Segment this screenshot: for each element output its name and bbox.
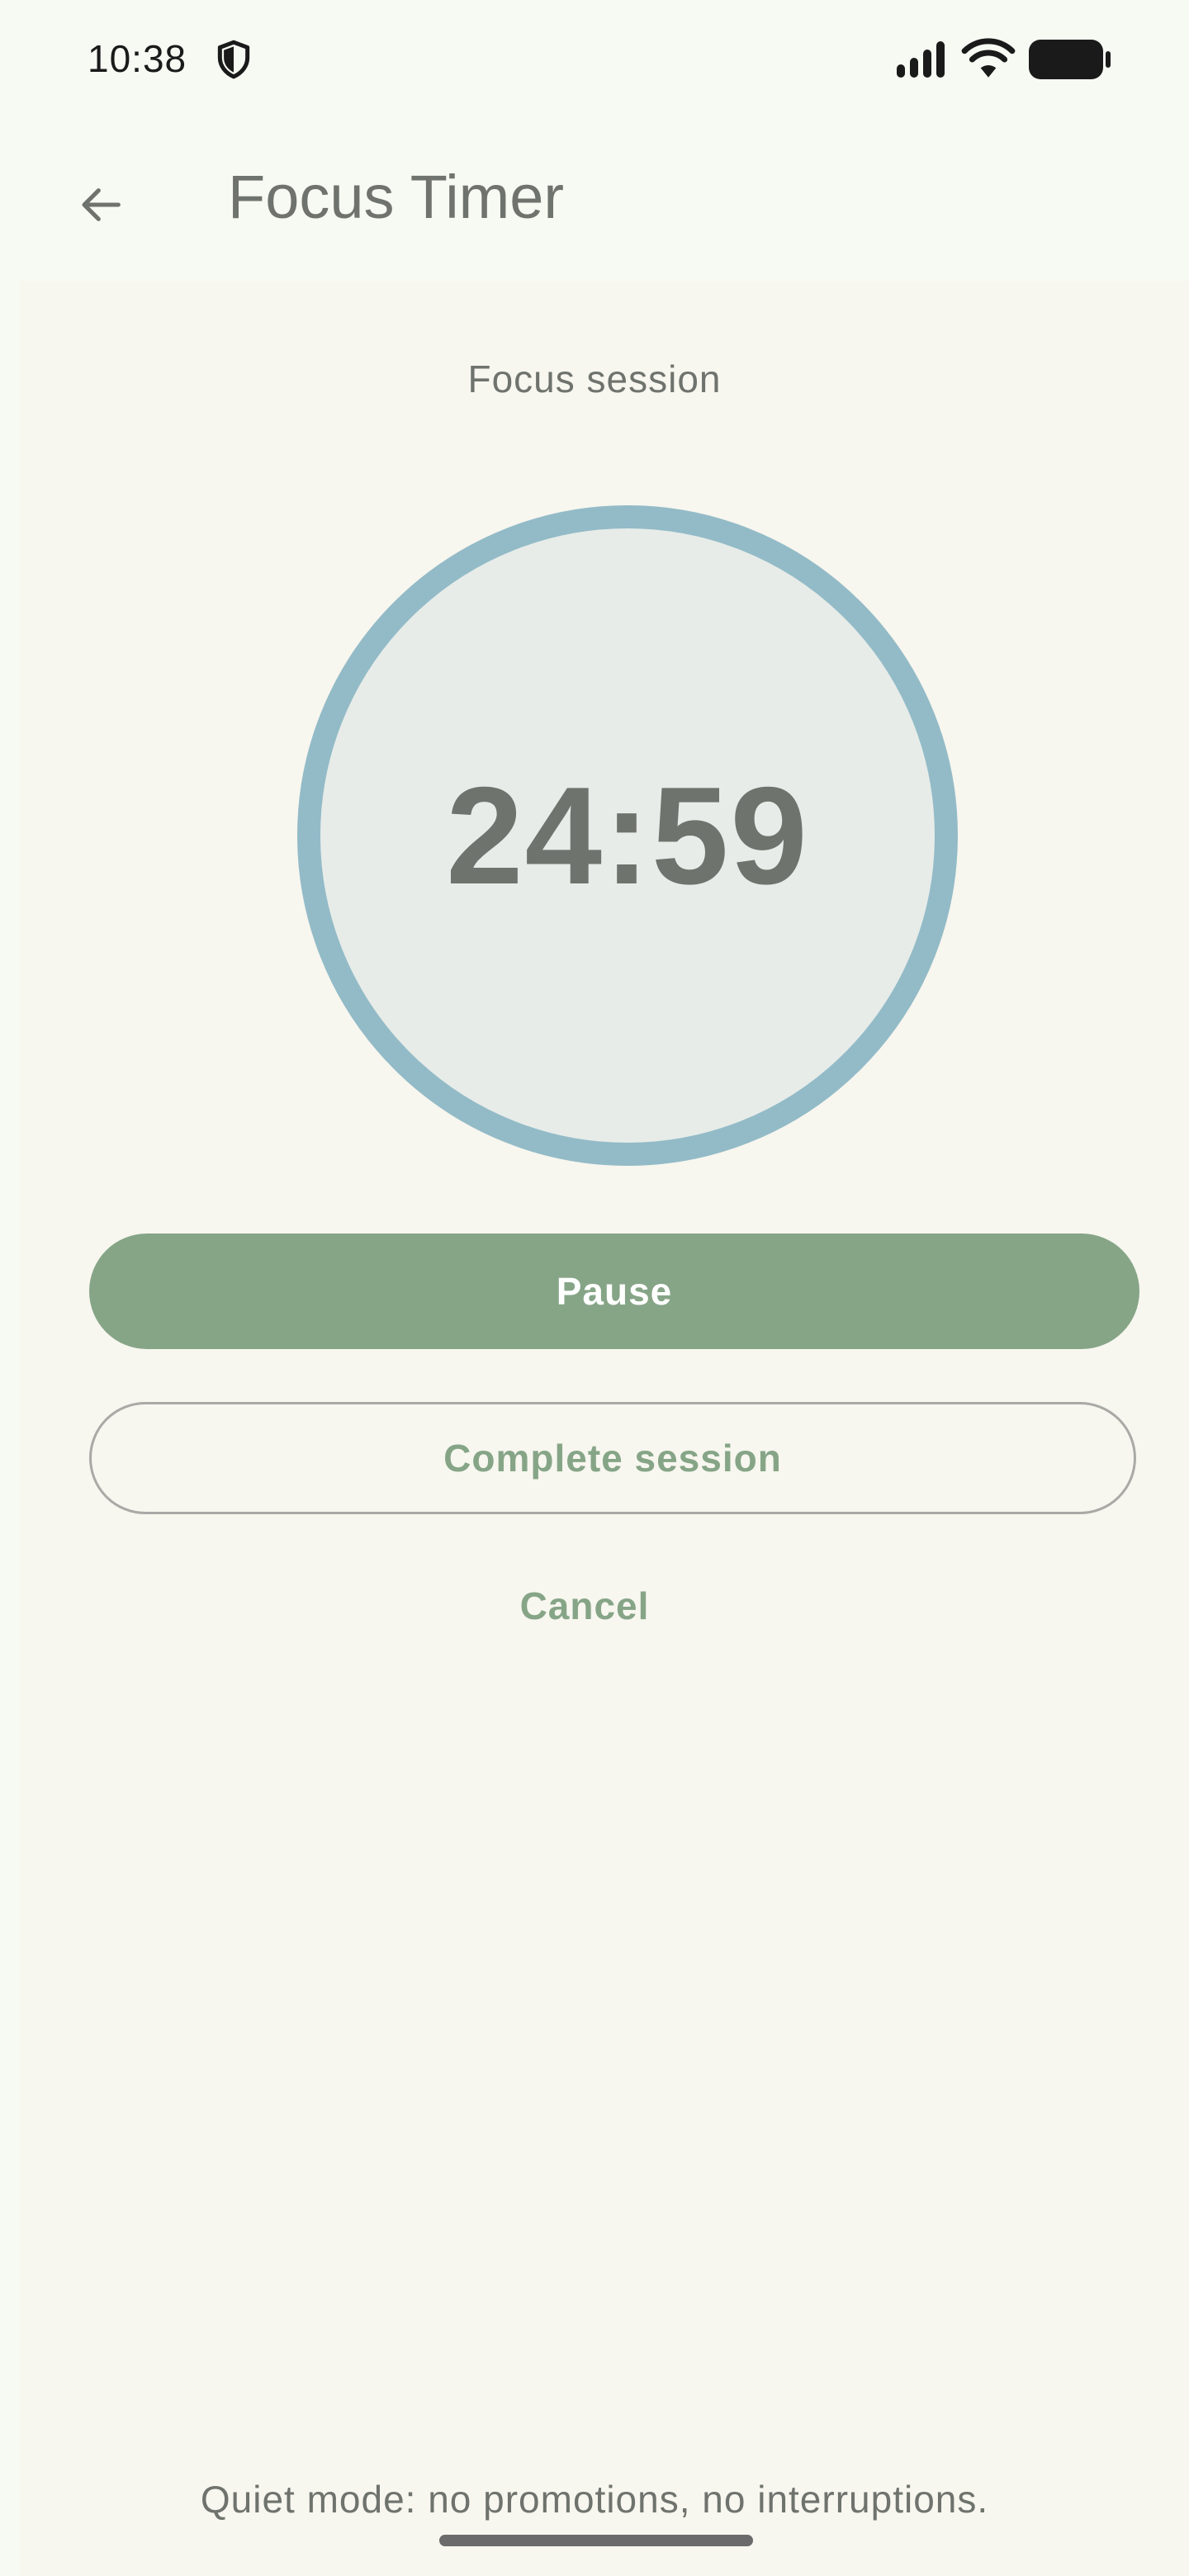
complete-session-button[interactable]: Complete session: [89, 1402, 1136, 1514]
app-bar: Focus Timer: [0, 116, 1189, 281]
arrow-back-icon: [82, 188, 121, 221]
cancel-button[interactable]: Cancel: [486, 1569, 684, 1643]
back-button[interactable]: [63, 167, 139, 243]
wifi-icon: [961, 38, 1016, 78]
shield-icon: [217, 40, 250, 79]
status-bar: 10:38: [0, 0, 1189, 116]
timer-countdown: 24:59: [446, 757, 809, 913]
timer-content-panel: Focus session 24:59 Pause Complete sessi…: [20, 281, 1189, 2576]
page-title: Focus Timer: [228, 163, 565, 231]
quiet-mode-note: Quiet mode: no promotions, no interrupti…: [200, 2478, 989, 2521]
timer-ring: 24:59: [297, 505, 958, 1166]
home-indicator[interactable]: [439, 2535, 753, 2546]
cellular-signal-icon: [897, 41, 945, 78]
focus-timer-screen: 10:38 Focus Timer Focus session 24:59 Pa…: [0, 0, 1189, 2576]
battery-icon: [1029, 40, 1111, 79]
pause-button[interactable]: Pause: [89, 1234, 1139, 1349]
status-time: 10:38: [88, 37, 187, 80]
session-label: Focus session: [467, 358, 722, 400]
